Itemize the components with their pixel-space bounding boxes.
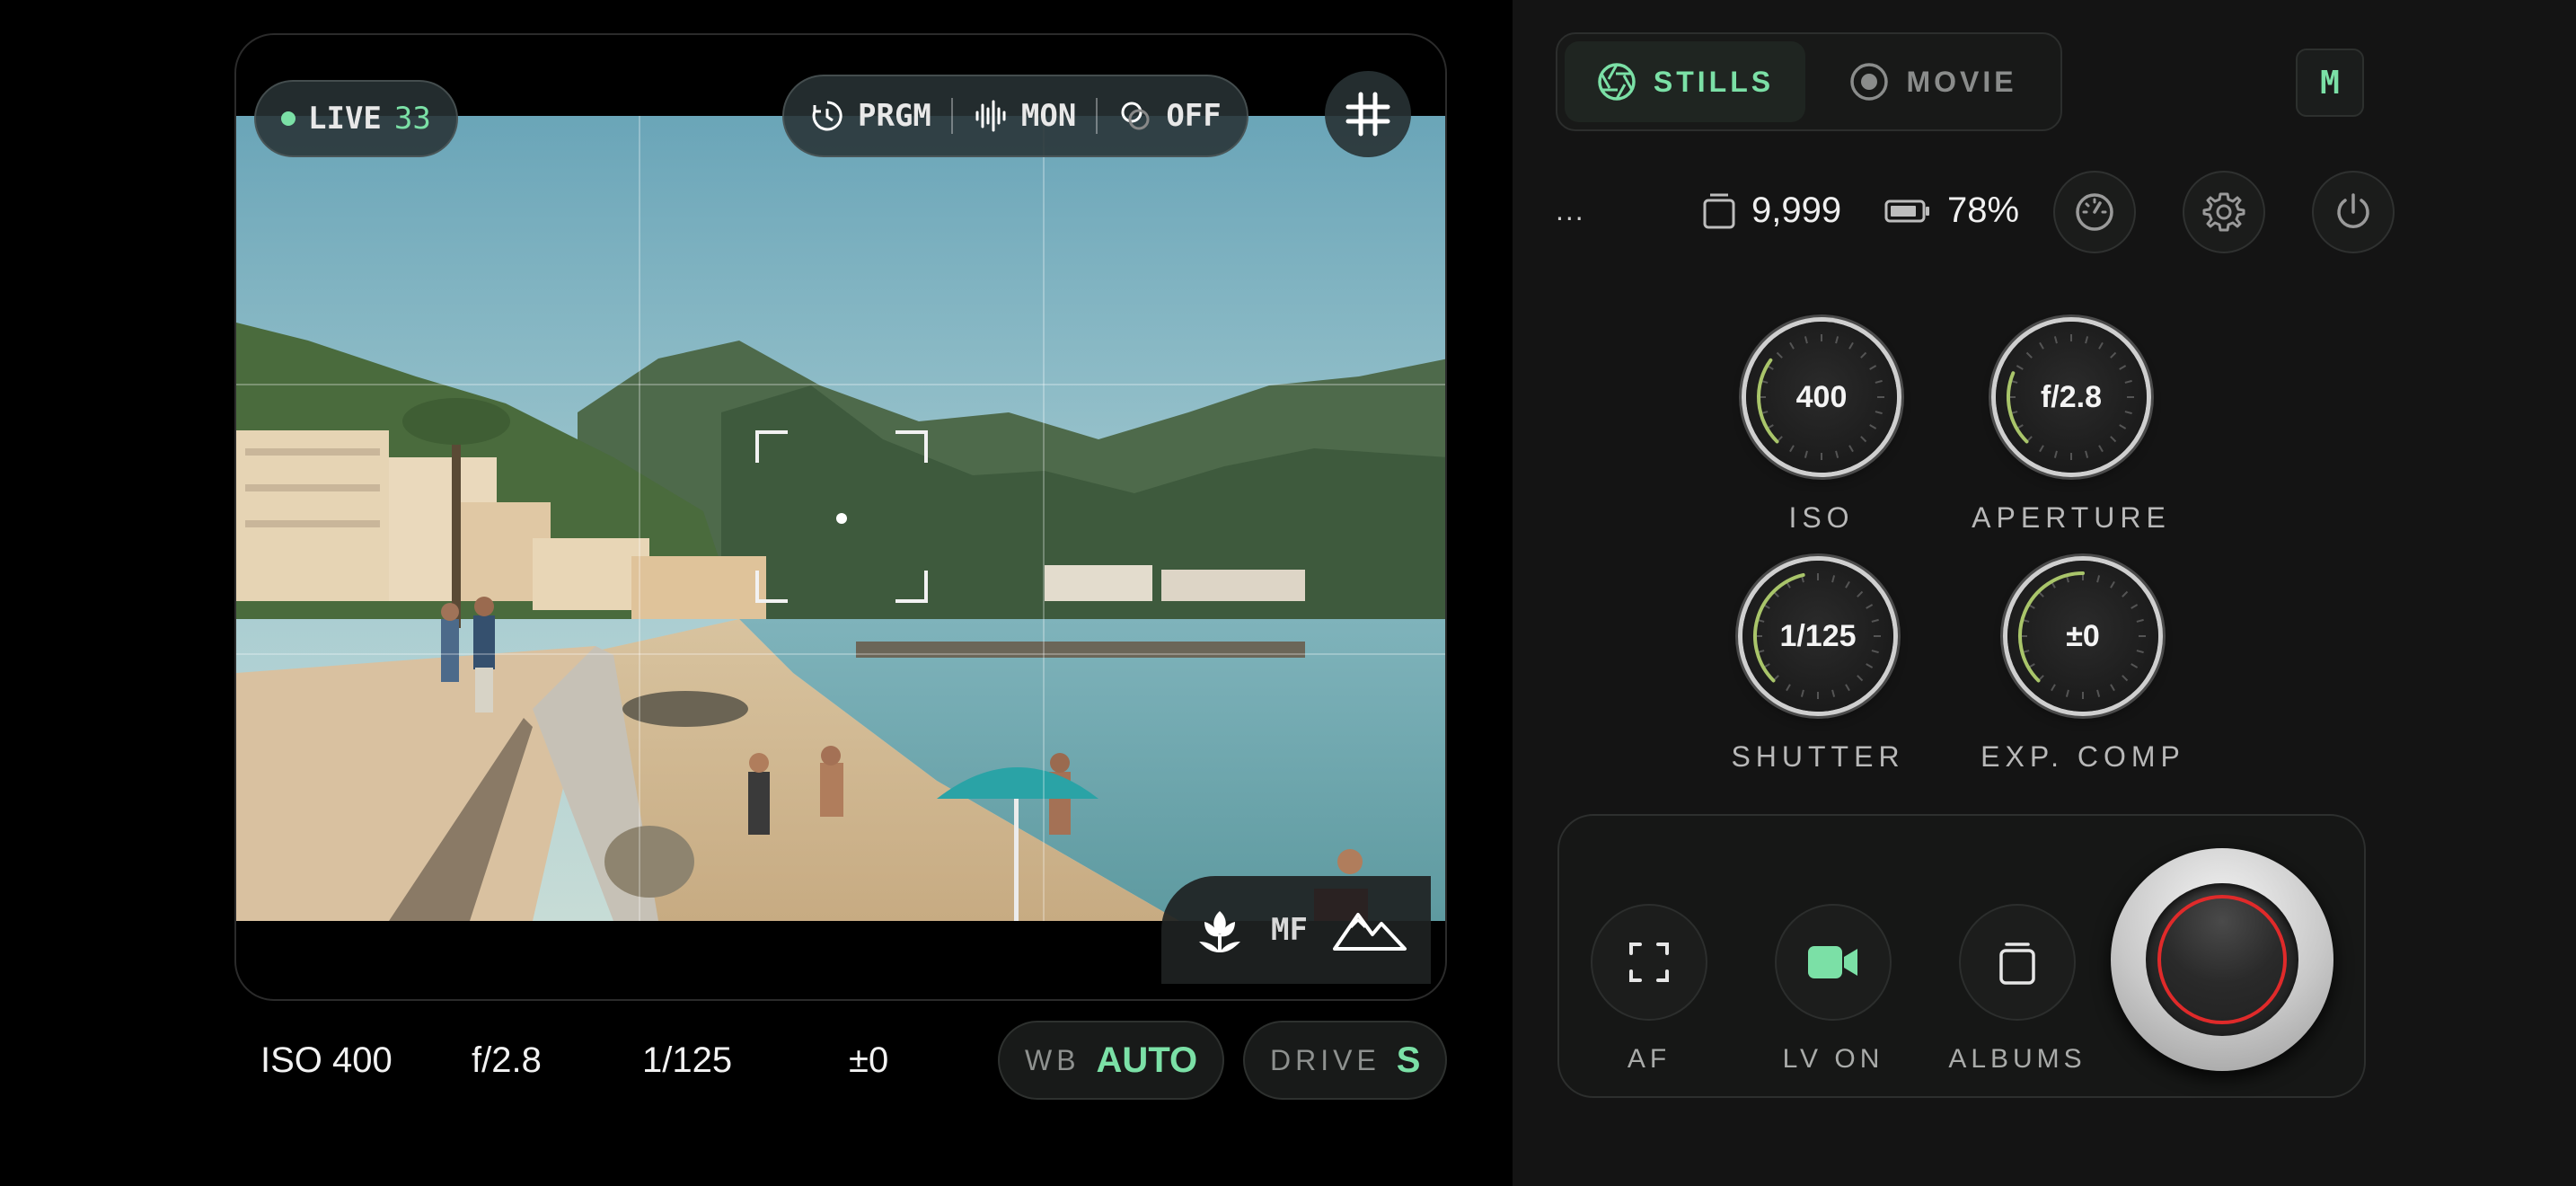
albums-label: ALBUMS bbox=[1948, 1044, 2086, 1074]
grid-line-horizontal bbox=[236, 653, 1445, 655]
shutter-dial-label: SHUTTER bbox=[1731, 740, 1905, 773]
shutter-dial-control[interactable]: 1/125 SHUTTER bbox=[1701, 561, 1935, 774]
live-view-frame[interactable]: LIVE 33 PRGM MON OFF MF bbox=[234, 33, 1447, 1001]
program-mode-label: PRGM bbox=[858, 98, 931, 134]
aperture-dial-control[interactable]: f/2.8 APERTURE bbox=[1954, 322, 2188, 535]
timer-icon bbox=[812, 101, 842, 131]
battery-value: 78% bbox=[1947, 190, 2020, 230]
live-dot-icon bbox=[281, 111, 296, 126]
battery-icon bbox=[1884, 199, 1929, 222]
grid-line-vertical bbox=[639, 116, 640, 921]
focus-point bbox=[836, 513, 847, 524]
grid-icon bbox=[1345, 92, 1390, 137]
live-indicator: LIVE 33 bbox=[254, 80, 458, 157]
exposure-comp-dial-label: EXP. COMP bbox=[1981, 740, 2185, 773]
iso-dial-value: 400 bbox=[1795, 379, 1848, 414]
waveform-icon bbox=[975, 100, 1006, 132]
exposure-readouts: ISO 400 f/2.8 1/125 ±0 bbox=[260, 1024, 939, 1096]
monitor-label: MON bbox=[1020, 98, 1077, 134]
video-camera-icon bbox=[1808, 946, 1857, 978]
exposure-comp-readout: ±0 bbox=[849, 1040, 889, 1080]
live-view-label: LV ON bbox=[1782, 1044, 1884, 1074]
white-balance-chip[interactable]: WB AUTO bbox=[998, 1021, 1225, 1100]
grid-line-horizontal bbox=[236, 384, 1445, 385]
settings-button[interactable] bbox=[2183, 171, 2265, 253]
status-row: ... 9,999 78% bbox=[1556, 171, 2544, 253]
exposure-comp-dial[interactable]: ±0 bbox=[2007, 561, 2158, 712]
af-label: AF bbox=[1627, 1044, 1672, 1074]
shutter-dial-value: 1/125 bbox=[1779, 618, 1857, 653]
power-icon bbox=[2337, 193, 2369, 228]
aperture-dial-value: f/2.8 bbox=[2040, 379, 2103, 414]
battery-status: 78% bbox=[1884, 190, 2019, 231]
exposure-comp-dial-control[interactable]: ±0 EXP. COMP bbox=[1966, 561, 2200, 774]
program-mode-button[interactable]: PRGM bbox=[809, 98, 931, 134]
drive-value: S bbox=[1396, 1040, 1421, 1080]
af-button[interactable] bbox=[1591, 904, 1707, 1021]
shutter-button[interactable] bbox=[2111, 848, 2333, 1071]
mountain-icon[interactable] bbox=[1331, 907, 1408, 952]
monitor-button[interactable]: MON bbox=[973, 98, 1076, 134]
aperture-dial[interactable]: f/2.8 bbox=[1996, 322, 2147, 473]
focus-frame-icon bbox=[1629, 943, 1669, 982]
focus-corner bbox=[895, 571, 928, 603]
tab-movie-label: MOVIE bbox=[1906, 65, 2017, 98]
shots-remaining: 9,999 bbox=[1701, 190, 1841, 231]
albums-icon bbox=[1999, 943, 2035, 985]
shooting-mode-pill: PRGM MON OFF bbox=[782, 75, 1248, 157]
tab-stills[interactable]: STILLS bbox=[1565, 41, 1805, 122]
iso-dial[interactable]: 400 bbox=[1746, 322, 1897, 473]
shutter-dial[interactable]: 1/125 bbox=[1742, 561, 1893, 712]
divider bbox=[1096, 98, 1098, 134]
memory-card-icon bbox=[1703, 193, 1735, 228]
overlay-toggle[interactable]: OFF bbox=[1117, 98, 1222, 134]
aperture-dial-label: APERTURE bbox=[1972, 501, 2171, 534]
flower-macro-icon[interactable] bbox=[1192, 902, 1248, 958]
shutter-record-ring bbox=[2157, 895, 2287, 1024]
albums-control: ALBUMS bbox=[1928, 904, 2107, 1075]
tab-stills-label: STILLS bbox=[1653, 65, 1775, 98]
albums-button[interactable] bbox=[1959, 904, 2076, 1021]
power-button[interactable] bbox=[2312, 171, 2395, 253]
drive-label: DRIVE bbox=[1270, 1043, 1381, 1076]
viewfinder-area: LIVE 33 PRGM MON OFF MF ISO 400 f/2.8 1/… bbox=[0, 0, 1513, 1186]
overlay-label: OFF bbox=[1166, 98, 1222, 134]
exposure-mode-button[interactable]: M bbox=[2296, 49, 2364, 117]
manual-focus-control[interactable]: MF bbox=[1161, 876, 1431, 984]
divider bbox=[950, 98, 953, 134]
shutter-readout: 1/125 bbox=[642, 1040, 733, 1080]
gauge-icon bbox=[2076, 193, 2113, 231]
af-control: AF bbox=[1559, 904, 1739, 1075]
overlay-icon bbox=[1121, 102, 1150, 130]
grid-toggle-button[interactable] bbox=[1325, 71, 1411, 157]
capture-mode-switch: STILLS MOVIE bbox=[1556, 32, 2062, 131]
live-count: 33 bbox=[393, 101, 431, 137]
capture-controls: AF LV ON ALBUMS bbox=[1557, 814, 2366, 1098]
control-panel: STILLS MOVIE M ... 9,999 78% 400 ISO f/2… bbox=[1513, 0, 2576, 1186]
focus-mode-label: MF bbox=[1271, 912, 1308, 948]
wb-value: AUTO bbox=[1096, 1040, 1198, 1080]
tab-movie[interactable]: MOVIE bbox=[1813, 41, 2053, 122]
focus-corner bbox=[755, 571, 788, 603]
aperture-icon bbox=[1598, 63, 1636, 101]
iso-dial-control[interactable]: 400 ISO bbox=[1705, 322, 1938, 535]
iso-dial-label: ISO bbox=[1788, 501, 1855, 534]
wb-label: WB bbox=[1025, 1043, 1081, 1076]
exposure-comp-dial-value: ±0 bbox=[2066, 618, 2100, 653]
shots-remaining-value: 9,999 bbox=[1751, 190, 1842, 230]
iso-readout: ISO 400 bbox=[260, 1040, 393, 1080]
drive-mode-chip[interactable]: DRIVE S bbox=[1243, 1021, 1448, 1100]
grid-line-vertical bbox=[1043, 116, 1045, 921]
live-label: LIVE bbox=[308, 101, 382, 137]
focus-corner bbox=[895, 430, 928, 463]
aperture-readout: f/2.8 bbox=[472, 1040, 542, 1080]
record-icon bbox=[1850, 63, 1889, 101]
meter-button[interactable] bbox=[2053, 171, 2136, 253]
gear-icon bbox=[2202, 192, 2245, 232]
live-view-control: LV ON bbox=[1743, 904, 1923, 1075]
more-button[interactable]: ... bbox=[1556, 194, 1585, 227]
focus-corner bbox=[755, 430, 788, 463]
live-view-button[interactable] bbox=[1775, 904, 1892, 1021]
